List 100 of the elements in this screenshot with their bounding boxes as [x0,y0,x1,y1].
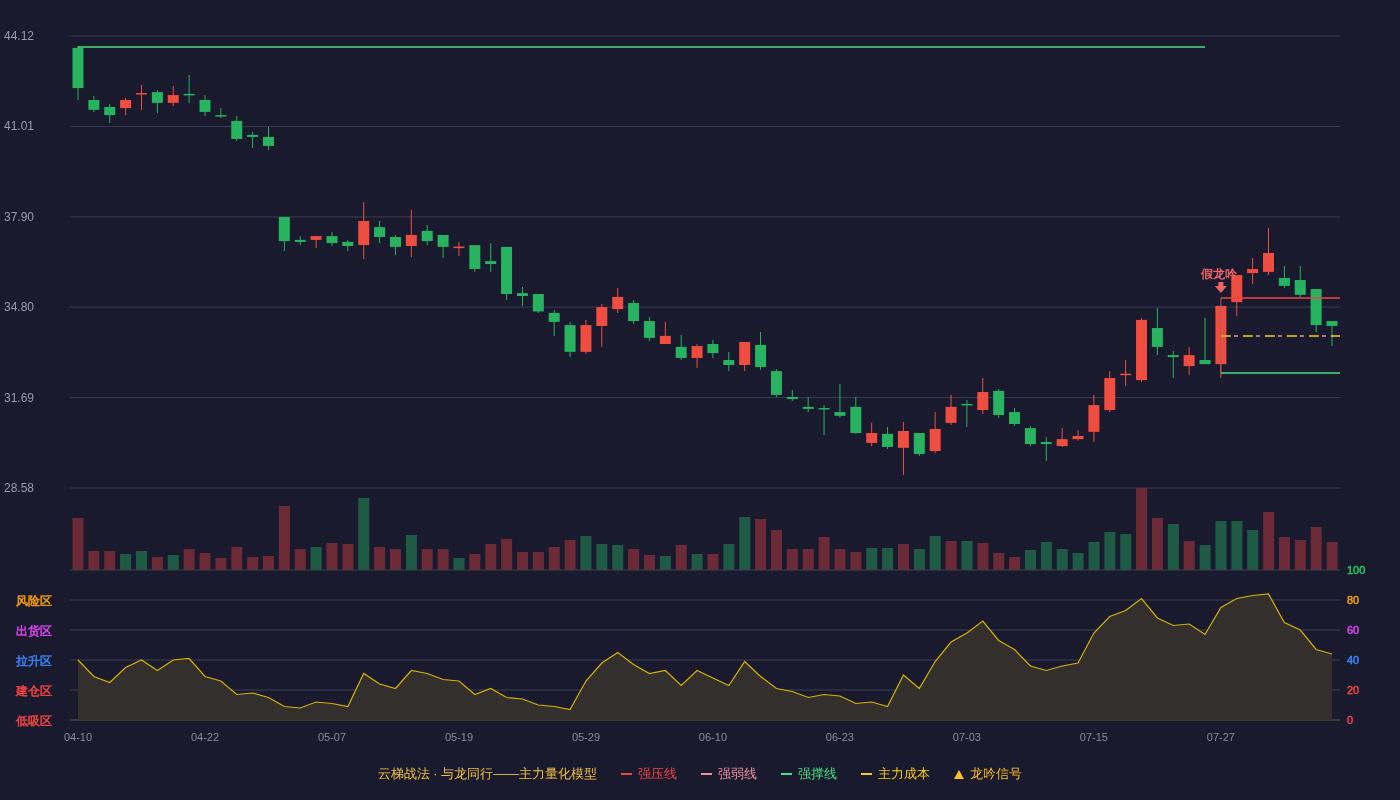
axis-label: 31.69 [4,390,35,405]
axis-label: 05-07 [317,731,347,743]
candlestick [675,334,687,361]
axis-label: 0 [1347,714,1354,726]
candlestick [628,299,640,325]
candlestick [1056,427,1068,448]
axis-label: 80 [1347,594,1360,606]
candlestick [1167,350,1179,379]
axis-label: 40 [1347,654,1360,666]
candlestick [961,399,973,428]
candlestick [802,396,814,413]
axis-label: 04-10 [63,731,93,743]
candlestick [532,293,544,314]
candlestick [167,85,179,107]
axis-label: 37.90 [4,209,35,224]
candlestick [136,84,147,111]
candlestick [72,45,84,101]
legend-label: 龙吟信号 [970,765,1023,784]
candlestick [1088,394,1100,443]
candlestick [1326,320,1338,347]
axis-label: 07-03 [952,731,981,743]
candlestick [564,321,576,358]
candlestick [310,235,322,249]
axis-label: 34.80 [4,300,35,315]
legend-title: 云梯战法 · 与龙同行——主力量化模型 [377,765,598,784]
axis-label: 04-22 [190,731,220,743]
candlestick [1263,227,1274,276]
candlestick [342,239,354,252]
candlestick [469,244,481,273]
candlestick [358,201,370,260]
zone-label: 风险区 [16,594,52,608]
candlestick [1247,257,1259,285]
candlestick [897,421,909,476]
candlestick [104,103,116,124]
candlestick [834,383,846,419]
zone-label: 拉升区 [16,654,52,668]
zone-label: 出货区 [16,624,52,638]
candlestick [501,246,513,301]
axis-label: 05-19 [444,731,474,743]
candlestick [120,97,132,116]
zone-label: 低吸区 [16,714,52,728]
candlestick [294,235,306,246]
candlestick [516,286,528,307]
candlestick [453,241,465,257]
candlestick [691,343,703,369]
candlestick [643,316,655,342]
candlestick [770,368,782,398]
legend-label: 强压线 [638,765,678,784]
axis-label: 05-29 [571,731,600,743]
candlestick [231,115,243,142]
candlestick [437,234,449,259]
candlestick [1294,265,1306,298]
candlestick [263,126,274,151]
candlestick [977,377,989,415]
candlestick [913,432,925,457]
candlestick [548,309,560,337]
candlestick [1183,346,1195,376]
axis-label: 07-27 [1206,731,1235,743]
candlestick [786,389,798,402]
axis-label: 06-23 [825,731,854,743]
legend-label: 强撑线 [798,765,838,784]
candlestick [151,89,163,114]
candlestick [485,242,497,273]
candlestick [1009,407,1021,427]
candlestick [278,216,290,252]
candlestick [882,426,894,450]
candlestick [723,351,735,372]
candlestick [993,388,1005,419]
candlestick [326,231,338,247]
candlestick [1024,425,1036,447]
axis-label: 60 [1347,624,1360,636]
candlestick [374,220,386,244]
candlestick [612,287,624,314]
candlestick [405,209,417,258]
axis-label: 41.01 [4,119,35,134]
candlestick [739,341,751,372]
candlestick [659,321,671,345]
candlestick [1104,370,1116,413]
candlestick [1072,429,1084,442]
legend-label: 主力成本 [878,765,931,784]
axis-label: 28.58 [4,481,35,495]
candlestick [183,74,195,104]
candlestick [88,95,100,113]
candlestick [580,319,592,355]
axis-label: 20 [1347,684,1360,696]
candlestick [1151,307,1163,356]
candlestick [945,394,957,426]
candlestick [215,107,227,119]
candlestick [247,131,259,149]
zone-label: 建仓区 [16,684,52,698]
candlestick [1136,317,1147,383]
candlestick [866,422,878,447]
axis-label: 100 [1347,564,1366,576]
candlestick [707,339,719,359]
candlestick [929,411,941,454]
candlestick [389,234,401,256]
axis-label: 06-10 [698,731,727,743]
axis-label: 44.12 [4,29,35,43]
signal-label: 假龙吟 [1200,266,1237,281]
candlestick [596,303,608,348]
